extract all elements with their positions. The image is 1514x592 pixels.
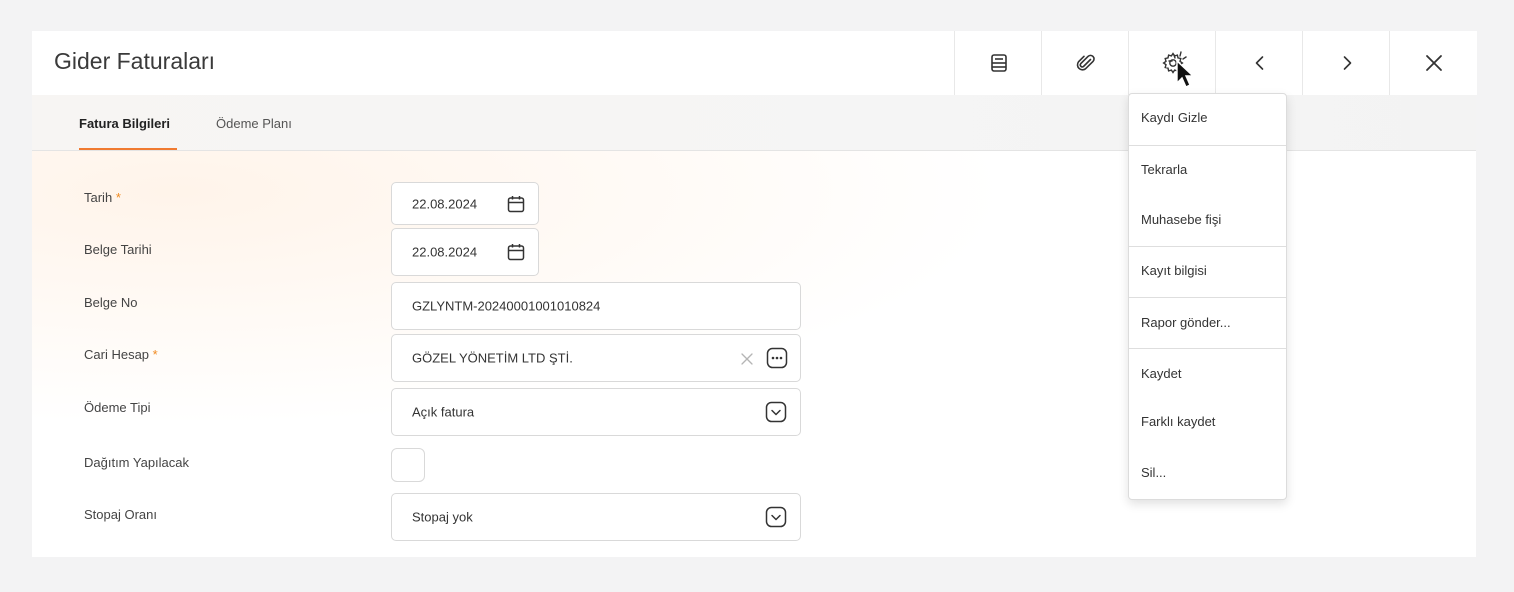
stopaj-select[interactable]: Stopaj yok — [391, 493, 801, 541]
stopaj-value: Stopaj yok — [412, 509, 473, 525]
chevron-right-icon — [1343, 56, 1351, 70]
tarih-label: Tarih * — [84, 190, 121, 205]
menu-divider — [1129, 348, 1286, 349]
cari-hesap-label-text: Cari Hesap — [84, 347, 150, 362]
cari-hesap-label: Cari Hesap * — [84, 347, 158, 362]
tab-odeme-plani[interactable]: Ödeme Planı — [216, 116, 292, 131]
calendar-icon[interactable] — [506, 194, 526, 214]
next-button[interactable] — [1302, 31, 1390, 95]
attach-button[interactable] — [1041, 31, 1129, 95]
previous-button[interactable] — [1215, 31, 1303, 95]
menu-item-farkli-kaydet[interactable]: Farklı kaydet — [1129, 409, 1286, 435]
menu-item-label: Rapor gönder... — [1141, 315, 1231, 330]
required-mark: * — [115, 190, 121, 205]
stopaj-label: Stopaj Oranı — [84, 507, 157, 522]
mouse-cursor-icon — [1168, 51, 1195, 88]
menu-item-label: Kayıt bilgisi — [1141, 263, 1207, 278]
more-options-icon[interactable] — [766, 347, 788, 369]
menu-item-muhasebe-fisi[interactable]: Muhasebe fişi — [1129, 207, 1286, 233]
odeme-tipi-value: Açık fatura — [412, 404, 475, 420]
close-icon — [1425, 55, 1442, 71]
menu-item-kaydet[interactable]: Kaydet — [1129, 361, 1286, 387]
print-icon — [990, 54, 1007, 72]
clear-icon[interactable] — [740, 352, 754, 366]
menu-item-tekrarla[interactable]: Tekrarla — [1129, 157, 1286, 183]
page-title: Gider Faturaları — [54, 48, 216, 74]
print-button[interactable] — [954, 31, 1042, 95]
menu-item-label: Kaydet — [1141, 366, 1182, 381]
tarih-label-text: Tarih — [84, 190, 113, 205]
cari-hesap-lookup-input[interactable]: GÖZEL YÖNETİM LTD ŞTİ. — [391, 334, 801, 382]
tab-fatura-bilgileri[interactable]: Fatura Bilgileri — [79, 116, 170, 131]
belge-tarihi-value: 22.08.2024 — [412, 244, 478, 260]
settings-dropdown-menu: Kaydı Gizle Tekrarla Muhasebe fişi Kayıt… — [1128, 93, 1287, 500]
tarih-value: 22.08.2024 — [412, 196, 478, 211]
menu-item-sil[interactable]: Sil... — [1129, 460, 1286, 486]
menu-item-rapor-gonder[interactable]: Rapor gönder... — [1129, 310, 1286, 336]
belge-tarihi-label: Belge Tarihi — [84, 242, 152, 257]
odeme-tipi-label: Ödeme Tipi — [84, 400, 151, 415]
dagitim-checkbox[interactable] — [391, 448, 425, 482]
active-tab-indicator — [79, 148, 177, 150]
settings-button[interactable] — [1128, 31, 1216, 95]
required-mark: * — [152, 347, 158, 362]
menu-item-label: Tekrarla — [1141, 162, 1188, 177]
title-bar: Gider Faturaları — [32, 31, 1477, 96]
close-button[interactable] — [1389, 31, 1477, 95]
belge-no-label: Belge No — [84, 295, 138, 310]
menu-item-label: Muhasebe fişi — [1141, 212, 1222, 227]
belge-no-input[interactable]: GZLYNTM-20240001001010824 — [391, 282, 801, 330]
odeme-tipi-select[interactable]: Açık fatura — [391, 388, 801, 436]
chevron-down-icon[interactable] — [765, 506, 787, 528]
belge-no-value: GZLYNTM-20240001001010824 — [412, 298, 601, 314]
tarih-date-input[interactable]: 22.08.2024 — [391, 182, 539, 225]
chevron-down-icon[interactable] — [765, 401, 787, 423]
menu-divider — [1129, 246, 1286, 247]
paperclip-icon — [1076, 54, 1095, 71]
menu-item-kaydi-gizle[interactable]: Kaydı Gizle — [1129, 105, 1286, 131]
dagitim-label: Dağıtım Yapılacak — [84, 455, 190, 470]
cari-hesap-value: GÖZEL YÖNETİM LTD ŞTİ. — [412, 350, 573, 366]
menu-divider — [1129, 145, 1286, 146]
calendar-icon[interactable] — [506, 242, 526, 262]
menu-item-label: Farklı kaydet — [1141, 414, 1216, 429]
menu-item-kayit-bilgisi[interactable]: Kayıt bilgisi — [1129, 258, 1286, 284]
menu-item-label: Kaydı Gizle — [1141, 110, 1208, 125]
menu-divider — [1129, 297, 1286, 298]
belge-tarihi-date-input[interactable]: 22.08.2024 — [391, 228, 539, 276]
chevron-left-icon — [1255, 56, 1263, 70]
menu-item-label: Sil... — [1141, 465, 1167, 480]
